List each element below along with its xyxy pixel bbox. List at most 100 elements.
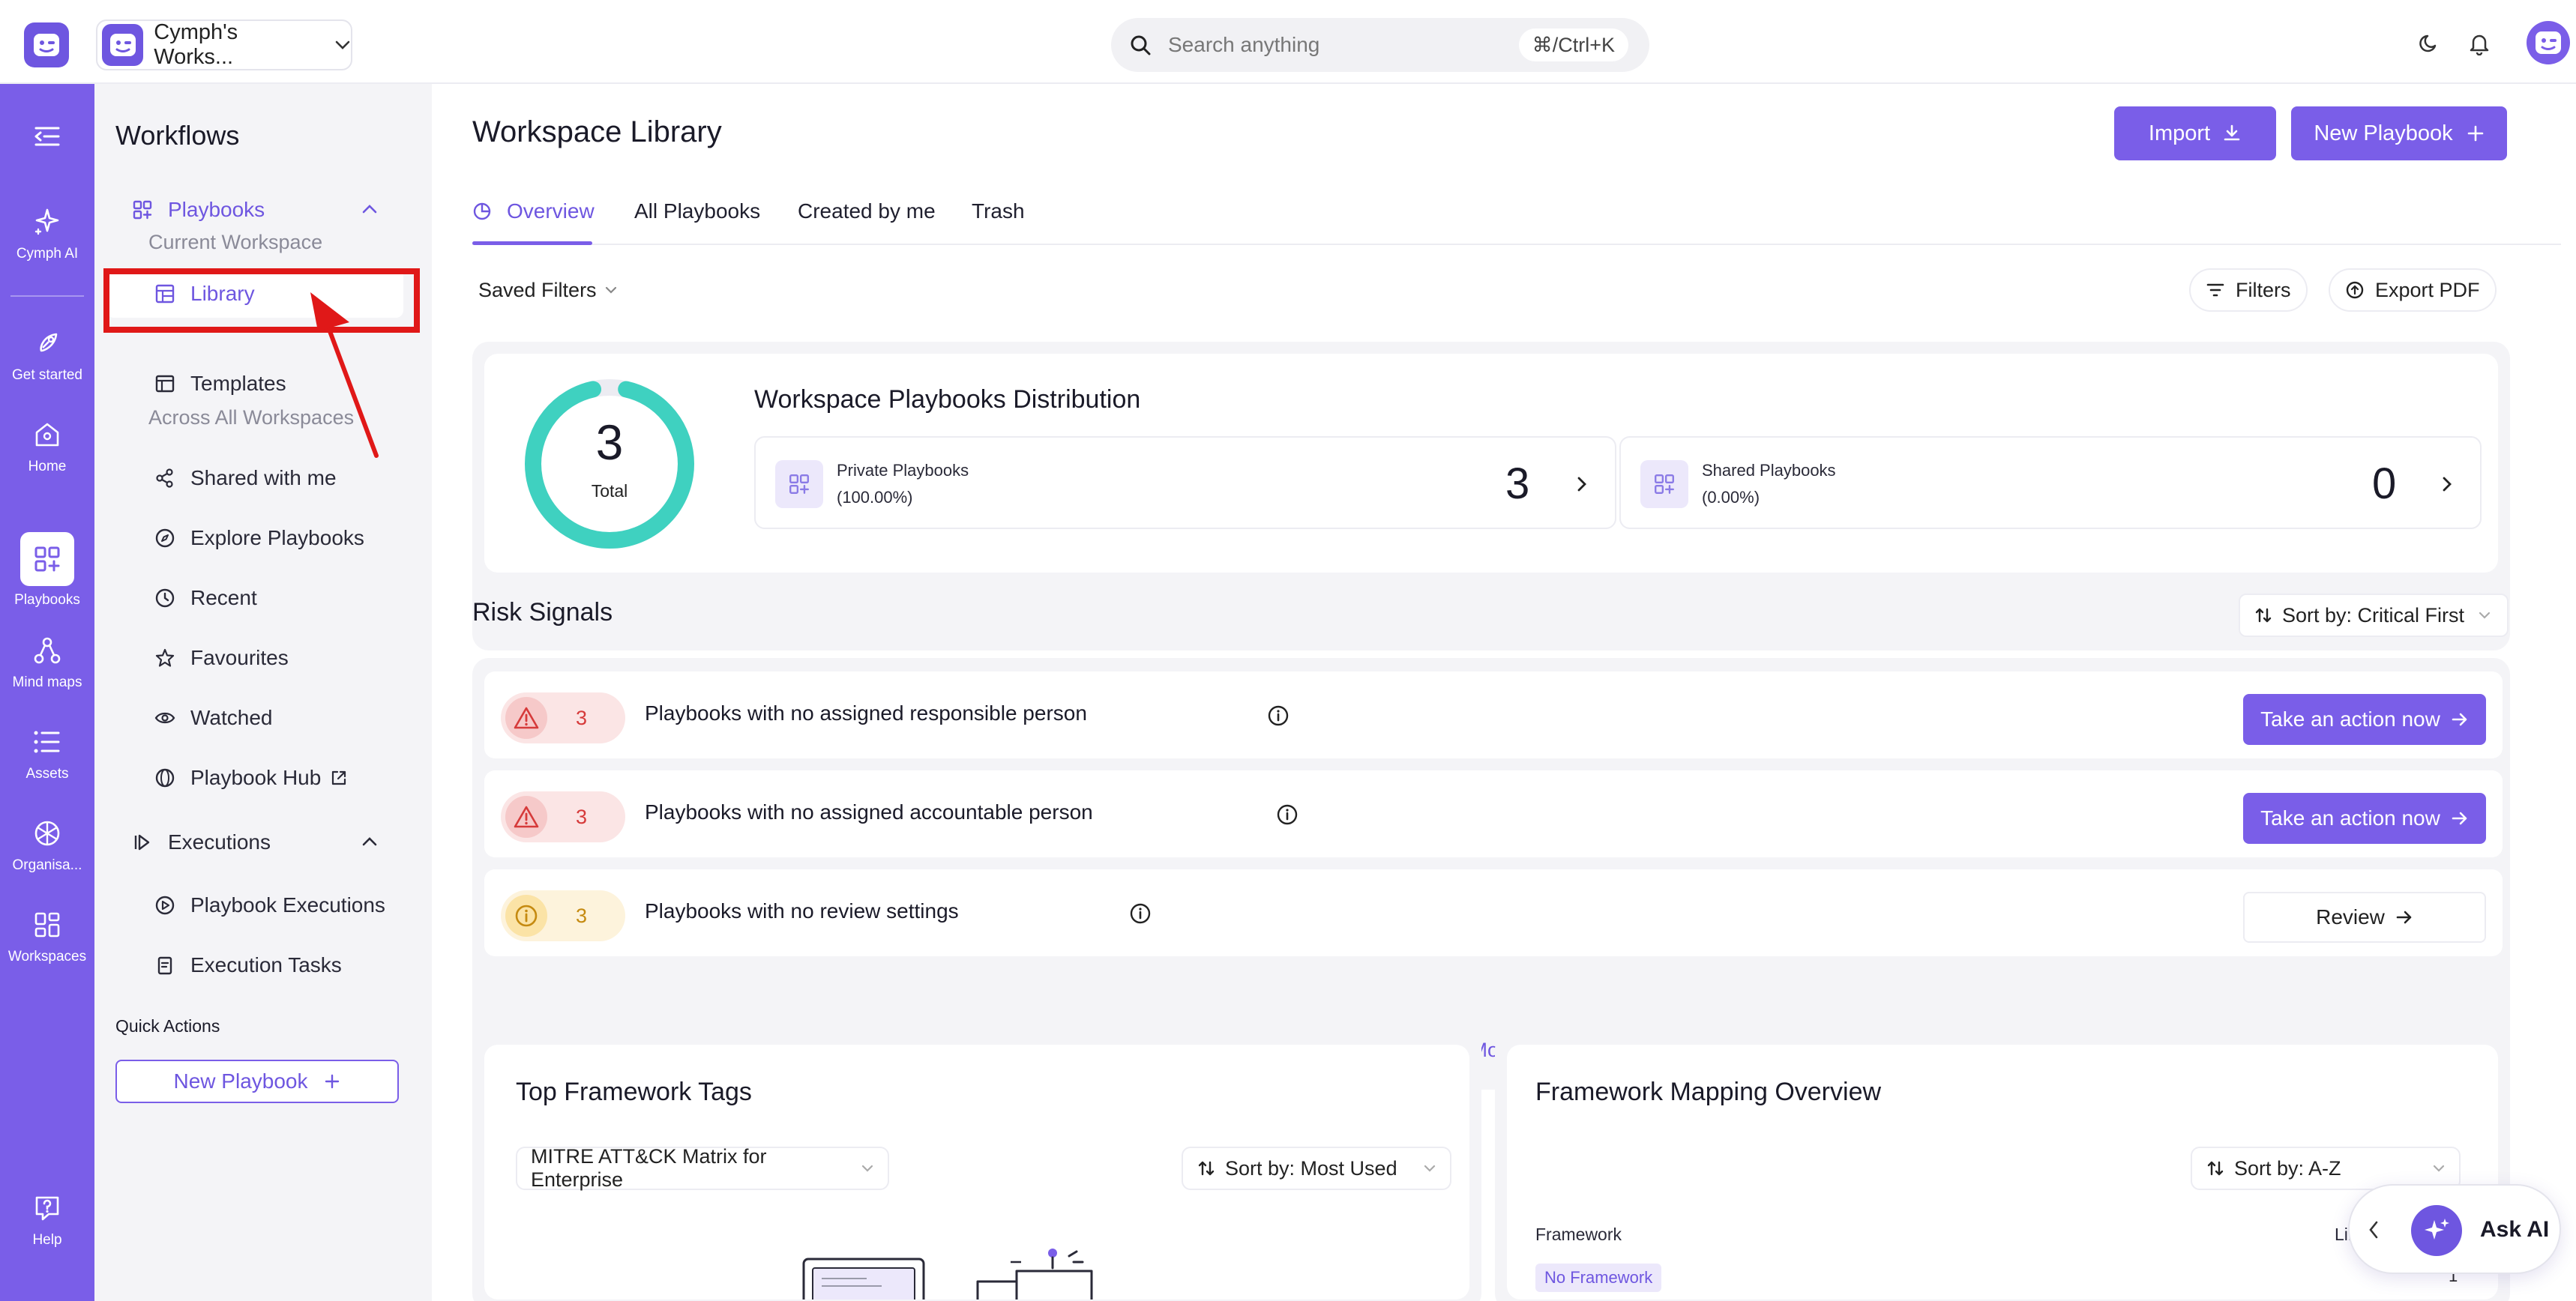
grid-icon (29, 907, 65, 943)
rail-get-started[interactable]: Get started (0, 325, 94, 384)
framework-mapping-title: Framework Mapping Overview (1535, 1078, 1882, 1106)
chevron-down-icon (861, 1164, 874, 1173)
nav-item-favourites[interactable]: Favourites (94, 636, 432, 680)
user-avatar[interactable] (2527, 21, 2570, 64)
plus-icon (2467, 124, 2485, 142)
nav-new-playbook-button[interactable]: New Playbook (115, 1060, 399, 1103)
bell-icon[interactable] (2468, 31, 2491, 55)
shared-pct: (0.00%) (1702, 488, 1760, 507)
export-pdf-label: Export PDF (2375, 278, 2480, 301)
risk-row: 3 Playbooks with no review settings Revi… (484, 869, 2503, 956)
risk-count-badge: 3 (501, 692, 625, 743)
private-count: 3 (1505, 459, 1530, 508)
share-icon (153, 466, 177, 490)
rail-help[interactable]: Help (0, 1190, 94, 1249)
risk-sort-label: Sort by: Critical First (2282, 603, 2465, 627)
private-playbooks-stat[interactable]: Private Playbooks (100.00%) 3 (754, 436, 1616, 529)
export-pdf-button[interactable]: Export PDF (2329, 268, 2497, 312)
sparkle-icon (29, 204, 65, 240)
pie-chart-icon (472, 202, 492, 221)
shared-playbooks-stat[interactable]: Shared Playbooks (0.00%) 0 (1619, 436, 2482, 529)
ask-ai-label: Ask AI (2480, 1217, 2550, 1242)
framework-select[interactable]: MITRE ATT&CK Matrix for Enterprise (516, 1145, 889, 1191)
risk-signals-title: Risk Signals (472, 598, 613, 627)
shared-count: 0 (2372, 459, 2397, 508)
list-icon (29, 724, 65, 760)
nav-item-explore[interactable]: Explore Playbooks (94, 516, 432, 561)
nav-item-pb-executions[interactable]: Playbook Executions (94, 883, 432, 928)
search-bar[interactable]: Search anything ⌘/Ctrl+K (1111, 18, 1649, 72)
info-icon[interactable] (1276, 803, 1298, 826)
app-logo[interactable] (24, 22, 69, 67)
nav-watched-label: Watched (190, 706, 273, 729)
new-playbook-button[interactable]: New Playbook (2291, 106, 2507, 160)
rail-assets[interactable]: Assets (0, 724, 94, 782)
framework-tags-inner: Top Framework Tags MITRE ATT&CK Matrix f… (484, 1045, 1469, 1300)
import-button[interactable]: Import (2114, 106, 2276, 160)
active-tab-indicator (472, 241, 592, 245)
workspace-switcher[interactable]: Cymph's Works... (96, 19, 352, 70)
framework-mapping-inner: Framework Mapping Overview Sort by: A-Z … (1507, 1045, 2498, 1300)
saved-filters-dropdown[interactable]: Saved Filters (472, 268, 634, 312)
moon-icon[interactable] (2419, 31, 2441, 54)
tab-all-playbooks[interactable]: All Playbooks (634, 199, 760, 223)
take-action-label: Take an action now (2260, 806, 2440, 830)
tab-created-by-me[interactable]: Created by me (798, 199, 936, 223)
plus-icon (324, 1073, 340, 1090)
risk-sort-dropdown[interactable]: Sort by: Critical First (2239, 594, 2509, 637)
nav-playbooks-group[interactable]: Playbooks (94, 187, 432, 232)
rail-label: Help (32, 1232, 62, 1248)
nav-item-recent[interactable]: Recent (94, 576, 432, 621)
risk-count: 3 (576, 805, 588, 828)
export-icon (2345, 280, 2365, 300)
eye-icon (153, 706, 177, 730)
globe-icon (153, 766, 177, 790)
chevron-right-icon (2431, 468, 2464, 501)
search-icon (1129, 34, 1152, 56)
risk-row: 3 Playbooks with no assigned responsible… (484, 671, 2503, 758)
rail-label: Workspaces (7, 949, 87, 965)
nav-item-watched[interactable]: Watched (94, 695, 432, 740)
no-framework-tag[interactable]: No Framework (1535, 1264, 1662, 1292)
rail-cymph-ai[interactable]: Cymph AI (0, 204, 94, 262)
chevron-left-icon[interactable] (2368, 1220, 2380, 1240)
collapse-sidebar-button[interactable] (0, 118, 94, 160)
tags-sort-dropdown[interactable]: Sort by: Most Used (1182, 1147, 1451, 1190)
tab-overview[interactable]: Overview (472, 199, 595, 223)
info-icon[interactable] (1129, 902, 1152, 925)
filters-label: Filters (2236, 278, 2291, 301)
help-icon (29, 1190, 65, 1226)
risk-row: 3 Playbooks with no assigned accountable… (484, 770, 2503, 857)
ask-ai-widget[interactable]: Ask AI (2348, 1184, 2561, 1274)
nav-pb-executions-label: Playbook Executions (190, 893, 385, 917)
playbooks-icon (130, 198, 154, 222)
framework-tags-card: Top Framework Tags MITRE ATT&CK Matrix f… (472, 1033, 1481, 1301)
external-link-icon (330, 769, 348, 787)
filters-button[interactable]: Filters (2189, 268, 2308, 312)
review-button[interactable]: Review (2243, 892, 2486, 943)
chevron-down-icon (2432, 1164, 2446, 1173)
donut-total-value: 3 (595, 414, 624, 470)
private-pct: (100.00%) (837, 488, 913, 507)
workflows-nav: Workflows Playbooks Current Workspace Li… (94, 84, 432, 1301)
chevron-down-icon (1423, 1164, 1436, 1173)
risk-text: Playbooks with no assigned accountable p… (645, 800, 1093, 824)
playbooks-icon (1640, 460, 1688, 508)
info-icon[interactable] (1267, 704, 1289, 727)
nav-item-hub[interactable]: Playbook Hub (94, 755, 432, 800)
rail-organisation[interactable]: Organisa... (0, 815, 94, 874)
sort-icon (2206, 1159, 2225, 1178)
rail-playbooks[interactable]: Playbooks (0, 532, 94, 609)
nav-item-exec-tasks[interactable]: Execution Tasks (94, 943, 432, 988)
take-action-button[interactable]: Take an action now (2243, 694, 2486, 745)
icon-rail: Cymph AI Get started Home Playbooks Mind… (0, 84, 94, 1301)
rail-label: Assets (25, 766, 69, 782)
nav-executions-group[interactable]: Executions (94, 820, 432, 865)
rail-mind-maps[interactable]: Mind maps (0, 633, 94, 691)
take-action-button[interactable]: Take an action now (2243, 793, 2486, 844)
rail-home[interactable]: Home (0, 417, 94, 475)
playbooks-icon (20, 532, 74, 586)
rail-workspaces[interactable]: Workspaces (0, 907, 94, 965)
tab-trash[interactable]: Trash (972, 199, 1025, 223)
saved-filters-label: Saved Filters (478, 278, 597, 301)
